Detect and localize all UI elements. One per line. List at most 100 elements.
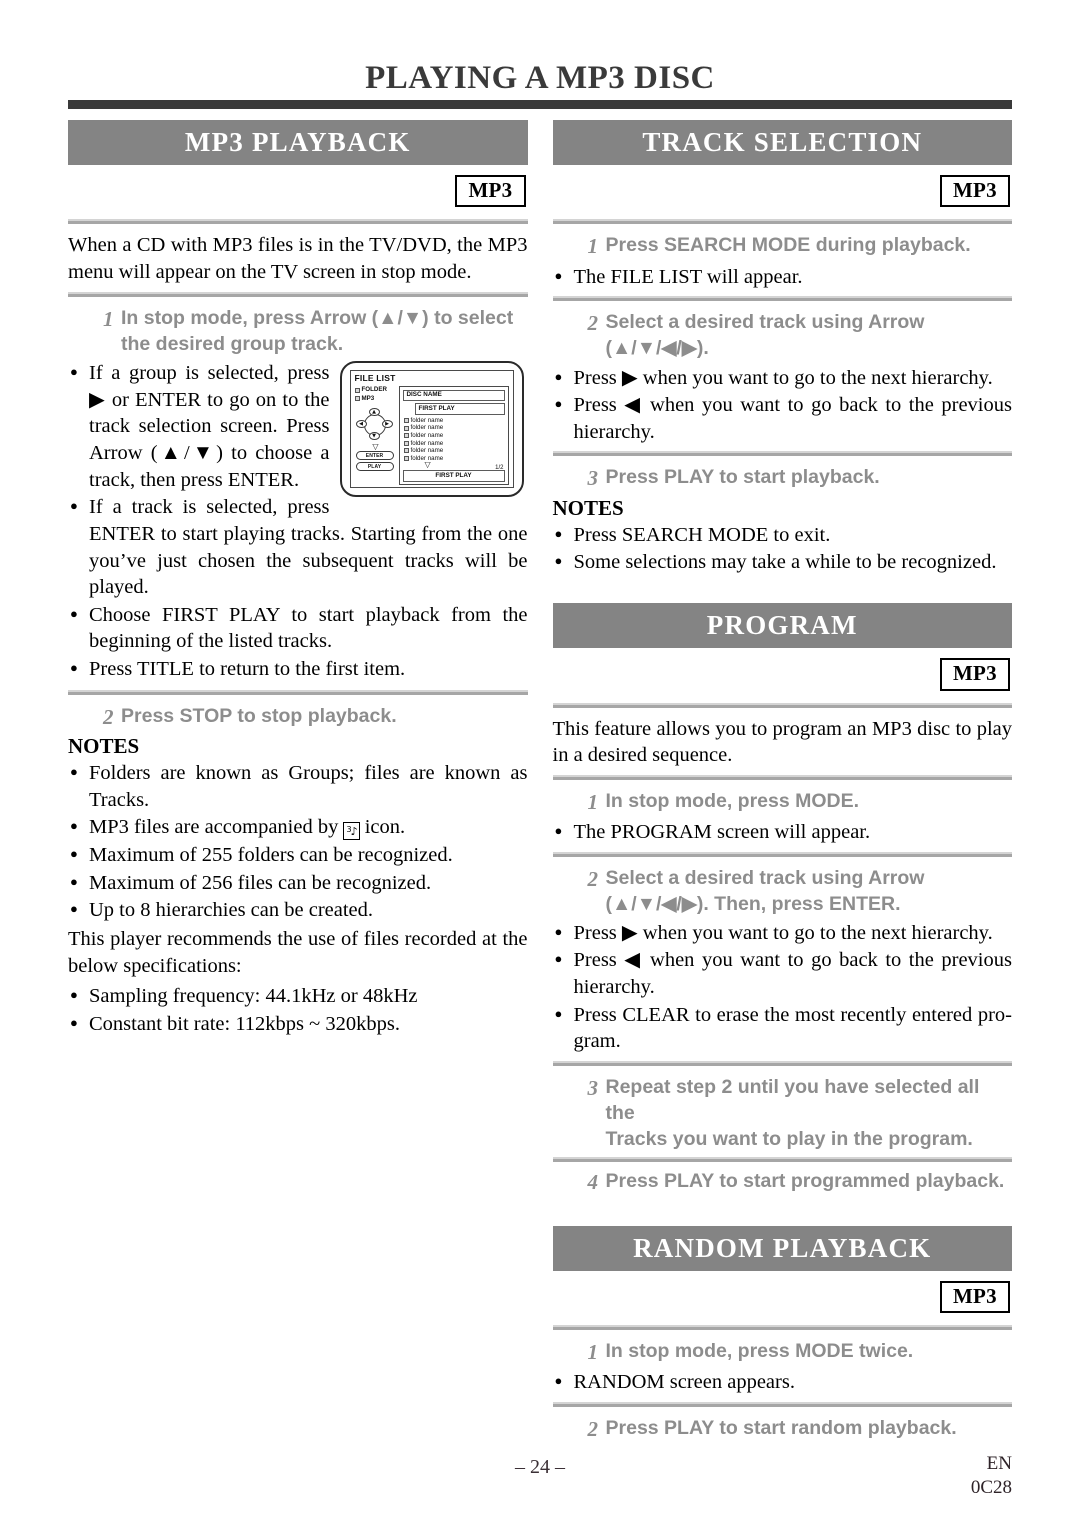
mp3-badge: MP3: [939, 658, 1010, 691]
step-3-program: 3 Repeat step 2 until you have selected …: [553, 1074, 1013, 1152]
bullet-item: The FILE LIST will appear.: [553, 263, 1013, 291]
step-text: In stop mode, press Arrow (▲/▼) to selec…: [103, 305, 528, 357]
bullet-item: If a group is selected, press ▶ or ENTER…: [68, 359, 528, 493]
step-text-line-1: In stop mode, press Arrow (▲/▼) to selec…: [121, 306, 514, 329]
divider-rule: [552, 296, 1012, 302]
badge-row-random-playback: MP3: [553, 1271, 1013, 1319]
step-1-track-selection: 1 Press SEARCH MODE during playback.: [553, 232, 1013, 260]
step-number: 1: [587, 234, 599, 259]
section-header-mp3-playback: MP3 PLAYBACK: [68, 120, 528, 166]
badge-row-track-selection: MP3: [553, 165, 1013, 213]
step-text-line-2: (▲/▼/◀/▶). Then, press ENTER.: [605, 892, 901, 915]
footer-language-code: EN: [986, 1453, 1012, 1474]
step-number: 3: [587, 466, 599, 491]
step-text: Press PLAY to start random playback.: [605, 1416, 957, 1439]
step-text-line-1: Repeat step 2 until you have selected al…: [605, 1076, 980, 1125]
bullet-item: Choose FIRST PLAY to start playback from…: [68, 601, 528, 655]
bullet-item: Press CLEAR to erase the most recently e…: [553, 1001, 1012, 1055]
step-text-line-2: (▲/▼/◀/▶).: [605, 337, 709, 360]
program-intro: This feature allows you to program an MP…: [552, 717, 1013, 767]
step-number: 3: [587, 1076, 599, 1100]
divider-rule: [552, 219, 1012, 225]
step-number: 4: [587, 1170, 599, 1195]
step-number: 1: [103, 306, 114, 331]
badge-row-program: MP3: [553, 648, 1013, 696]
note-item: Up to 8 hierarchies can be created.: [68, 896, 528, 924]
note-icon-suffix: icon.: [364, 816, 406, 839]
bullet-item: Press ▶ when you want to go to the next …: [553, 919, 1013, 947]
bullet-item: RANDOM screen appears.: [553, 1368, 1013, 1396]
note-item: Press SEARCH MODE to exit.: [553, 521, 1013, 549]
two-column-layout: MP3 PLAYBACK MP3 When a CD with MP3 file…: [68, 120, 1012, 1446]
step-text: Select a desired track using Arrow (▲/▼/…: [588, 865, 1013, 917]
divider-rule: [552, 451, 1012, 457]
step-text-line-1: Select a desired track using Arrow: [605, 311, 925, 334]
step-number: 2: [587, 866, 599, 891]
spec-item: Sampling frequency: 44.1kHz or 48kHz: [68, 982, 528, 1010]
note-item: Maximum of 256 files can be recognized.: [68, 869, 528, 897]
footer-page-number: – 24 –: [515, 1456, 565, 1478]
notes-heading: NOTES: [68, 733, 140, 758]
bullet-item: Press ◀ when you want to go back to the …: [553, 946, 1012, 1000]
divider-rule: [552, 1401, 1012, 1407]
bullets-with-figure: FILE LIST FOLDER MP3 ▲ ▼ ◀ ▶ ▽ ENTER PLA…: [68, 359, 528, 684]
step-number: 1: [587, 1339, 599, 1364]
step-text: In stop mode, press MODE.: [605, 789, 860, 812]
mp3-badge: MP3: [939, 1280, 1010, 1313]
mp3-playback-intro: When a CD with MP3 files is in the TV/DV…: [68, 234, 528, 284]
divider-rule: [552, 1061, 1012, 1066]
step-1-mp3-playback: 1 In stop mode, press Arrow (▲/▼) to sel…: [68, 305, 528, 357]
divider-rule: [68, 689, 528, 695]
step-text-line-2: Tracks you want to play in the program.: [605, 1128, 973, 1151]
bullet-item: Press ◀ when you want to go back to the …: [553, 391, 1012, 445]
section-header-track-selection: TRACK SELECTION: [552, 120, 1012, 166]
divider-rule: [68, 219, 528, 225]
note-item: Maximum of 255 folders can be recognized…: [68, 841, 528, 869]
section-header-random-playback: RANDOM PLAYBACK: [552, 1225, 1012, 1271]
step-2-mp3-playback: 2 Press STOP to stop playback.: [68, 703, 528, 731]
step-number: 2: [103, 704, 114, 729]
divider-rule: [552, 774, 1012, 780]
page-title: PLAYING A MP3 DISC: [365, 60, 715, 96]
bullet-item: The PROGRAM screen will appear.: [553, 818, 1013, 846]
mp3-note-icon: 3♪: [343, 822, 360, 841]
step-text: Press PLAY to start programmed playback.: [605, 1170, 1005, 1193]
step-1-random-playback: 1 In stop mode, press MODE twice.: [553, 1338, 1013, 1366]
step-text: Press STOP to stop playback.: [121, 704, 397, 727]
spec-item: Constant bit rate: 112kbps ~ 320kbps.: [68, 1010, 528, 1038]
divider-rule: [552, 1157, 1012, 1163]
step-text: Press SEARCH MODE during playback.: [605, 234, 971, 257]
step-text: In stop mode, press MODE twice.: [605, 1339, 914, 1362]
footer-doc-code: 0C28: [970, 1477, 1012, 1499]
step-number: 2: [587, 1416, 599, 1441]
step-4-program: 4 Press PLAY to start programmed playbac…: [553, 1168, 1013, 1196]
note-item-with-icon: MP3 files are accompanied by 3♪ icon.: [68, 813, 528, 841]
step-1-program: 1 In stop mode, press MODE.: [553, 788, 1013, 816]
step-number: 2: [587, 311, 599, 336]
divider-rule: [552, 851, 1012, 857]
divider-rule: [68, 291, 528, 297]
badge-row-mp3-playback: MP3: [68, 165, 528, 213]
step-text-line-2: the desired group track.: [121, 332, 344, 355]
right-column: TRACK SELECTION MP3 1 Press SEARCH MODE …: [552, 120, 1013, 1446]
mp3-badge: MP3: [939, 175, 1010, 208]
spec-intro: This player recommends the use of files …: [68, 927, 528, 977]
step-number: 1: [587, 789, 599, 814]
step-2-random-playback: 2 Press PLAY to start random playback.: [553, 1415, 1013, 1443]
footer-codes: EN 0C28: [971, 1452, 1012, 1501]
step-3-track-selection: 3 Press PLAY to start playback.: [553, 464, 1013, 492]
bullet-item: If a track is selected, press ENTER to s…: [68, 493, 528, 601]
notes-heading: NOTES: [552, 495, 624, 520]
step-2-program: 2 Select a desired track using Arrow (▲/…: [553, 865, 1013, 917]
left-column: MP3 PLAYBACK MP3 When a CD with MP3 file…: [68, 120, 528, 1446]
step-text-line-1: Select a desired track using Arrow: [605, 866, 925, 889]
divider-rule: [552, 702, 1012, 708]
mp3-badge: MP3: [455, 175, 526, 208]
bullet-item: Press ▶ when you want to go to the next …: [553, 364, 1013, 392]
note-icon-prefix: MP3 files are accompanied by: [89, 816, 339, 839]
step-text: Press PLAY to start playback.: [605, 466, 880, 489]
step-2-track-selection: 2 Select a desired track using Arrow (▲/…: [553, 309, 1013, 361]
divider-rule: [552, 1324, 1012, 1330]
